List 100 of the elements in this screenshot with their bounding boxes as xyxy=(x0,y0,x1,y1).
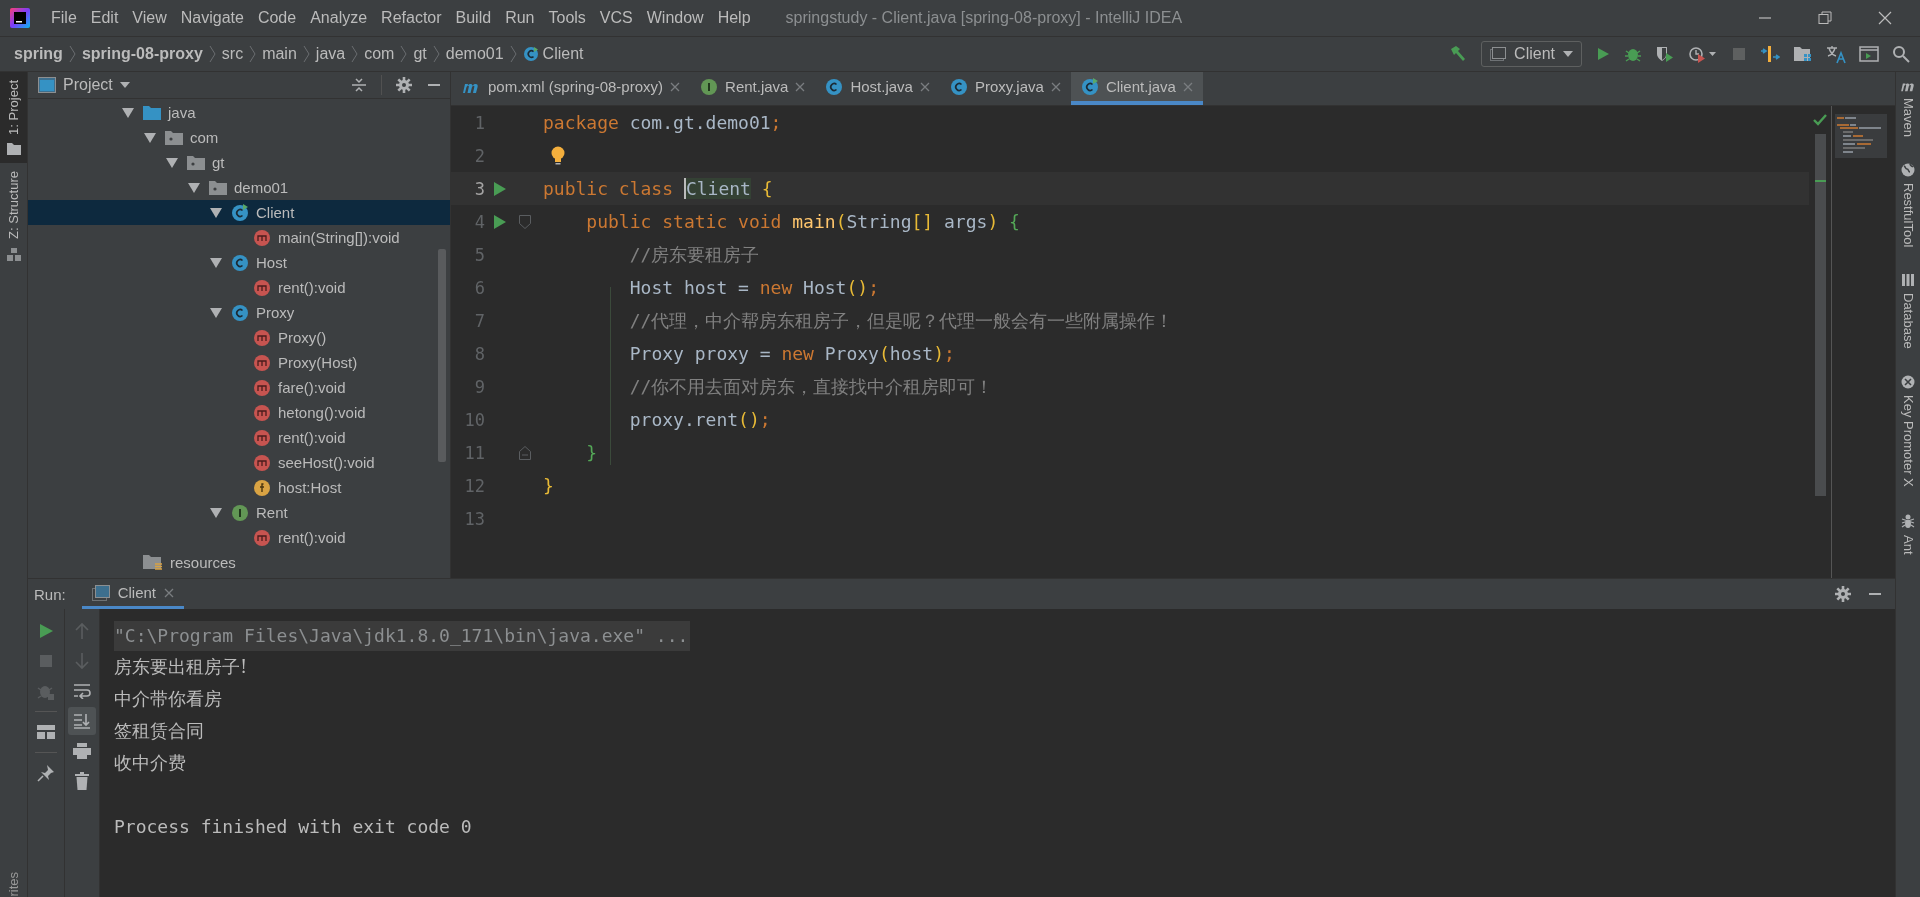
project-structure-icon[interactable] xyxy=(1793,45,1813,63)
tool-window-tab[interactable]: rites xyxy=(6,870,21,897)
tree-item[interactable]: seeHost():void xyxy=(28,450,450,475)
fold-marker-icon[interactable] xyxy=(519,214,531,229)
translate-icon[interactable] xyxy=(1826,44,1846,64)
terminal-window-icon[interactable] xyxy=(1859,45,1879,63)
tree-item[interactable]: Host xyxy=(28,250,450,275)
tree-item[interactable]: java xyxy=(28,100,450,125)
close-icon[interactable] xyxy=(164,587,175,598)
close-icon[interactable] xyxy=(1050,81,1061,92)
breadcrumb[interactable]: Client xyxy=(522,45,584,63)
breadcrumb[interactable]: java xyxy=(315,45,346,63)
chevron-right-icon xyxy=(351,45,359,63)
fold-marker-icon[interactable] xyxy=(519,445,531,460)
commit-icon[interactable] xyxy=(1760,44,1780,64)
run-icon[interactable] xyxy=(494,214,506,229)
tree-item[interactable]: host:Host xyxy=(28,475,450,500)
profiler-icon[interactable] xyxy=(1688,45,1718,63)
menu-item[interactable]: Window xyxy=(639,9,711,27)
tree-item[interactable]: com xyxy=(28,125,450,150)
menu-item[interactable]: Analyze xyxy=(303,9,375,27)
restore-icon[interactable] xyxy=(1818,11,1832,25)
breadcrumb[interactable]: spring xyxy=(14,45,63,63)
expanded-arrow-icon[interactable] xyxy=(122,107,134,118)
editor-tab[interactable]: pom.xml (spring-08-proxy) xyxy=(451,72,691,105)
editor-tab[interactable]: Client.java xyxy=(1070,72,1203,105)
breadcrumb[interactable]: main xyxy=(262,45,297,63)
tool-window-tab[interactable]: 1: Project xyxy=(0,72,27,163)
menu-item[interactable]: Run xyxy=(498,9,542,27)
tool-window-tab[interactable]: Maven xyxy=(1899,80,1917,138)
menu-item[interactable]: Refactor xyxy=(374,9,449,27)
tree-item[interactable]: fare():void xyxy=(28,375,450,400)
menu-item[interactable]: File xyxy=(44,9,84,27)
breadcrumb[interactable]: spring-08-proxy xyxy=(81,45,203,63)
menu-item[interactable]: Code xyxy=(250,9,304,27)
editor-tab[interactable]: Rent.java xyxy=(690,72,816,105)
editor-tab[interactable]: Host.java xyxy=(815,72,940,105)
tree-item[interactable]: main(String[]):void xyxy=(28,225,450,250)
menu-item[interactable]: Tools xyxy=(541,9,593,27)
expanded-arrow-icon[interactable] xyxy=(144,132,156,143)
ant-icon xyxy=(1901,512,1915,529)
tree-item[interactable]: Rent xyxy=(28,500,450,525)
tree-item[interactable]: hetong():void xyxy=(28,400,450,425)
coverage-icon[interactable] xyxy=(1655,45,1675,63)
tree-item[interactable]: Proxy xyxy=(28,300,450,325)
project-view-dropdown[interactable]: Project xyxy=(38,76,130,94)
scrollbar[interactable] xyxy=(438,249,446,462)
close-icon[interactable] xyxy=(795,81,806,92)
search-icon[interactable] xyxy=(1892,45,1910,63)
tree-item[interactable]: rent():void xyxy=(28,425,450,450)
tool-window-tab[interactable]: Ant xyxy=(1900,512,1916,555)
code-line: //房东要租房子 xyxy=(629,242,760,267)
collapse-all-icon[interactable] xyxy=(351,77,367,93)
scrollbar[interactable] xyxy=(1814,134,1826,496)
breadcrumb[interactable]: com xyxy=(364,45,395,63)
expanded-arrow-icon[interactable] xyxy=(210,207,222,218)
settings-icon[interactable] xyxy=(1835,586,1851,602)
tree-item[interactable]: demo01 xyxy=(28,175,450,200)
close-icon[interactable] xyxy=(1878,11,1892,25)
lightbulb-icon[interactable] xyxy=(551,145,565,166)
breadcrumb[interactable]: gt xyxy=(413,45,427,63)
breadcrumb[interactable]: demo01 xyxy=(445,45,504,63)
chevron-right-icon xyxy=(509,45,517,63)
run-icon[interactable] xyxy=(494,181,506,196)
editor-tab[interactable]: Proxy.java xyxy=(939,72,1071,105)
menu-item[interactable]: VCS xyxy=(592,9,640,27)
expanded-arrow-icon[interactable] xyxy=(210,257,222,268)
menu-item[interactable]: Help xyxy=(710,9,758,27)
expanded-arrow-icon[interactable] xyxy=(210,507,222,518)
tree-item[interactable]: resources xyxy=(28,550,450,575)
tree-item[interactable]: Proxy() xyxy=(28,325,450,350)
expanded-arrow-icon[interactable] xyxy=(210,307,222,318)
scroll-end-button[interactable] xyxy=(68,707,96,735)
run-configuration-dropdown[interactable]: Client xyxy=(1481,41,1582,67)
expanded-arrow-icon[interactable] xyxy=(166,157,178,168)
tree-item[interactable]: rent():void xyxy=(28,525,450,550)
settings-icon[interactable] xyxy=(396,77,412,93)
expanded-arrow-icon[interactable] xyxy=(188,182,200,193)
tool-window-tab[interactable]: Z: Structure xyxy=(0,162,27,269)
tree-item[interactable]: Proxy(Host) xyxy=(28,350,450,375)
tree-item[interactable]: Client xyxy=(28,200,450,225)
line-number: 8 xyxy=(473,343,485,364)
tool-window-tab[interactable]: RestfulTool xyxy=(1900,163,1916,248)
line-number: 1 xyxy=(473,112,485,133)
breadcrumb[interactable]: src xyxy=(221,45,244,63)
caret-icon xyxy=(119,82,130,88)
code-minimap-drawing xyxy=(1835,114,1887,158)
tree-item[interactable]: gt xyxy=(28,150,450,175)
menu-item[interactable]: View xyxy=(125,9,174,27)
menu-item[interactable]: Build xyxy=(448,9,499,27)
tree-item[interactable]: rent():void xyxy=(28,275,450,300)
tool-window-tab[interactable]: Database xyxy=(1900,273,1916,349)
menu-item[interactable]: Navigate xyxy=(173,9,251,27)
tool-window-tab[interactable]: Key Promoter X xyxy=(1900,375,1916,487)
menu-item[interactable]: Edit xyxy=(83,9,126,27)
console-output-line: 中介带你看房 xyxy=(114,687,223,711)
run-icon[interactable] xyxy=(1595,46,1611,62)
close-icon[interactable] xyxy=(670,81,681,92)
close-icon[interactable] xyxy=(919,81,930,92)
code-line: //代理，中介帮房东租房子，但是呢？代理一般会有一些附属操作！ xyxy=(629,308,1174,333)
